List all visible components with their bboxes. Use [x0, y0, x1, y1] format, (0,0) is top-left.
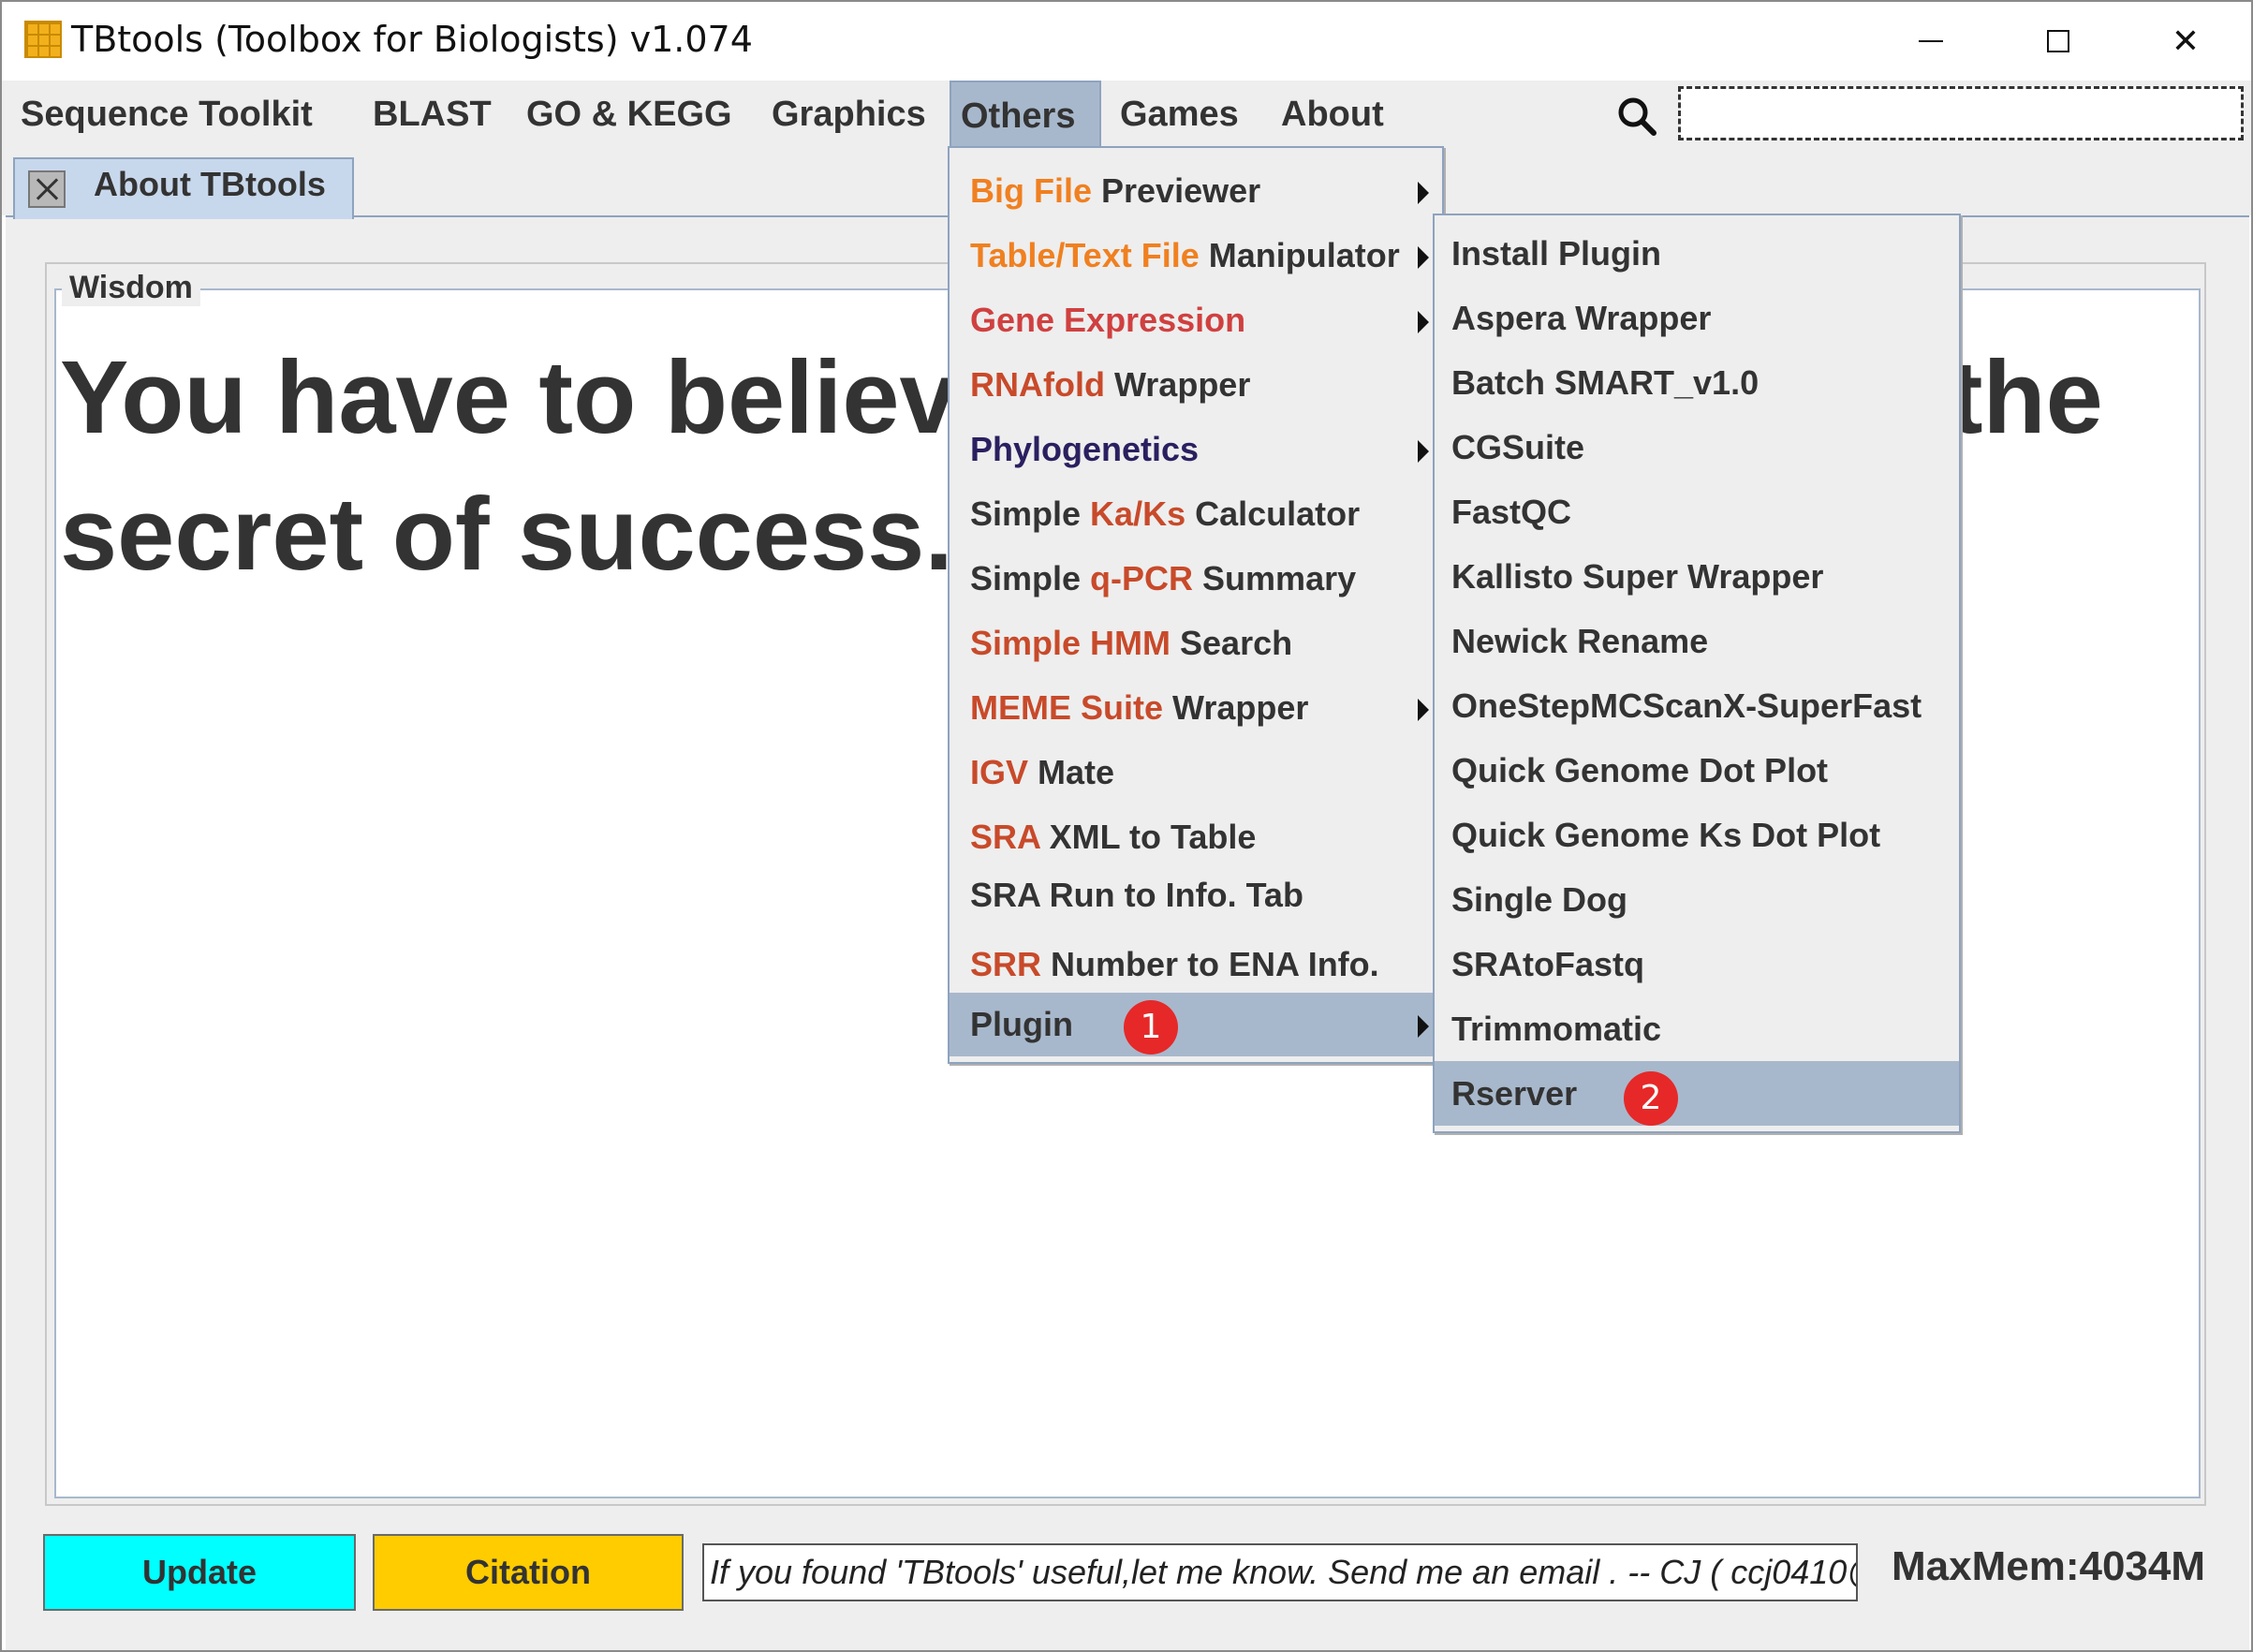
menu-item-text: q-PCR: [1090, 559, 1194, 597]
search-input[interactable]: [1678, 86, 2244, 140]
tab-label: About TBtools: [94, 165, 326, 203]
menu-item-text: MEME Suite: [970, 688, 1164, 727]
plugin-menu-item[interactable]: CGSuite: [1435, 415, 1959, 479]
close-icon: ✕: [2171, 22, 2201, 60]
plugin-menu-item[interactable]: Trimmomatic: [1435, 996, 1959, 1061]
others-menu-item[interactable]: SRA Run to Info. Tab: [950, 863, 1442, 927]
menu-item-text: XML to Table: [1039, 818, 1257, 856]
submenu-arrow-icon: [1418, 311, 1429, 333]
menu-item-text: Simple: [970, 559, 1091, 597]
plugin-menu-item[interactable]: Install Plugin: [1435, 221, 1959, 286]
menu-item-text: Search: [1171, 624, 1293, 662]
others-menu-item[interactable]: IGV Mate: [950, 741, 1442, 804]
menu-item-text: Plugin: [970, 1005, 1073, 1043]
menu-item-text: RNAfold: [970, 365, 1105, 404]
app-window: TBtools (Toolbox for Biologists) v1.074 …: [0, 0, 2253, 1652]
minimize-button[interactable]: [1875, 2, 1987, 81]
plugin-menu-item[interactable]: Batch SMART_v1.0: [1435, 350, 1959, 415]
menu-item-text: IGV: [970, 753, 1029, 791]
plugin-menu-item[interactable]: Rserver: [1435, 1061, 1959, 1126]
plugin-menu-item[interactable]: Quick Genome Dot Plot: [1435, 738, 1959, 803]
max-memory-label: MaxMem:4034M: [1892, 1543, 2206, 1589]
plugin-menu-item[interactable]: Aspera Wrapper: [1435, 286, 1959, 350]
submenu-arrow-icon: [1418, 699, 1429, 721]
plugin-menu-item[interactable]: FastQC: [1435, 479, 1959, 544]
info-text-field[interactable]: If you found 'TBtools' useful,let me kno…: [702, 1543, 1858, 1601]
others-menu-item[interactable]: MEME Suite Wrapper: [950, 676, 1442, 740]
step-badge-1: 1: [1124, 1000, 1178, 1055]
others-menu-item[interactable]: RNAfold Wrapper: [950, 353, 1442, 417]
submenu-arrow-icon: [1418, 440, 1429, 463]
plugin-menu-item[interactable]: Kallisto Super Wrapper: [1435, 544, 1959, 609]
menu-item-text: Manipulator: [1199, 236, 1400, 274]
others-menu-item[interactable]: Simple q-PCR Summary: [950, 547, 1442, 611]
menu-others[interactable]: Others: [950, 81, 1101, 148]
menu-about[interactable]: About: [1272, 81, 1393, 148]
plugin-menu-item[interactable]: OneStepMCScanX-SuperFast: [1435, 673, 1959, 738]
submenu-arrow-icon: [1418, 1015, 1429, 1038]
menu-go-kegg[interactable]: GO & KEGG: [517, 81, 742, 148]
menu-item-text: Calculator: [1185, 494, 1361, 533]
others-menu-item[interactable]: Simple HMM Search: [950, 612, 1442, 675]
menu-item-text: Table/Text File: [970, 236, 1200, 274]
submenu-arrow-icon: [1418, 182, 1429, 204]
others-menu-item[interactable]: SRR Number to ENA Info.: [950, 933, 1442, 996]
plugin-menu-item[interactable]: Newick Rename: [1435, 609, 1959, 673]
maximize-icon: [2047, 30, 2069, 52]
wisdom-legend: Wisdom: [62, 270, 200, 306]
update-button[interactable]: Update: [43, 1534, 356, 1611]
menu-item-text: Summary: [1193, 559, 1357, 597]
submenu-arrow-icon: [1418, 246, 1429, 269]
menu-item-text: Wrapper: [1104, 365, 1251, 404]
menu-item-text: Big File: [970, 171, 1093, 210]
others-menu-item[interactable]: Gene Expression: [950, 288, 1442, 352]
plugin-menu-item[interactable]: Quick Genome Ks Dot Plot: [1435, 803, 1959, 867]
menu-item-text: Gene Expression: [970, 301, 1246, 339]
citation-button[interactable]: Citation: [373, 1534, 684, 1611]
menu-item-text: Number to ENA Info.: [1041, 945, 1379, 983]
app-logo-icon: [24, 21, 62, 58]
others-menu-item[interactable]: Simple Ka/Ks Calculator: [950, 482, 1442, 546]
close-icon[interactable]: [28, 170, 66, 208]
menu-item-text: Mate: [1028, 753, 1115, 791]
menu-item-text: SRA: [970, 818, 1040, 856]
others-menu-item[interactable]: Phylogenetics: [950, 418, 1442, 481]
others-menu-item[interactable]: Table/Text File Manipulator: [950, 224, 1442, 288]
others-menu-item[interactable]: SRA XML to Table: [950, 805, 1442, 869]
menu-sequence-toolkit[interactable]: Sequence Toolkit: [11, 81, 322, 148]
menu-item-text: Previewer: [1092, 171, 1261, 210]
plugin-menu-item[interactable]: Single Dog: [1435, 867, 1959, 932]
maximize-button[interactable]: [2002, 2, 2114, 81]
others-dropdown-menu: Big File Previewer Table/Text File Manipu…: [948, 146, 1444, 1064]
minimize-icon: [1919, 40, 1943, 42]
others-menu-item[interactable]: Big File Previewer: [950, 159, 1442, 223]
search-icon[interactable]: [1616, 96, 1657, 137]
plugin-menu-item[interactable]: SRAtoFastq: [1435, 932, 1959, 996]
others-menu-item[interactable]: Plugin: [950, 993, 1442, 1056]
menu-item-text: SRA Run to Info. Tab: [970, 876, 1303, 914]
menu-item-text: Wrapper: [1163, 688, 1309, 727]
menu-blast[interactable]: BLAST: [363, 81, 501, 148]
plugin-submenu: Install Plugin Aspera Wrapper Batch SMART_…: [1433, 214, 1961, 1133]
window-title: TBtools (Toolbox for Biologists) v1.074: [71, 19, 753, 60]
menu-item-text: SRR: [970, 945, 1042, 983]
menu-games[interactable]: Games: [1111, 81, 1248, 148]
close-button[interactable]: ✕: [2129, 2, 2242, 81]
step-badge-2: 2: [1624, 1071, 1678, 1126]
menu-graphics[interactable]: Graphics: [762, 81, 935, 148]
menu-item-text: Phylogenetics: [970, 430, 1200, 468]
menu-item-text: Simple HMM: [970, 624, 1171, 662]
title-bar: TBtools (Toolbox for Biologists) v1.074 …: [2, 2, 2251, 81]
menu-item-text: Simple: [970, 494, 1091, 533]
menu-item-text: Ka/Ks: [1090, 494, 1186, 533]
